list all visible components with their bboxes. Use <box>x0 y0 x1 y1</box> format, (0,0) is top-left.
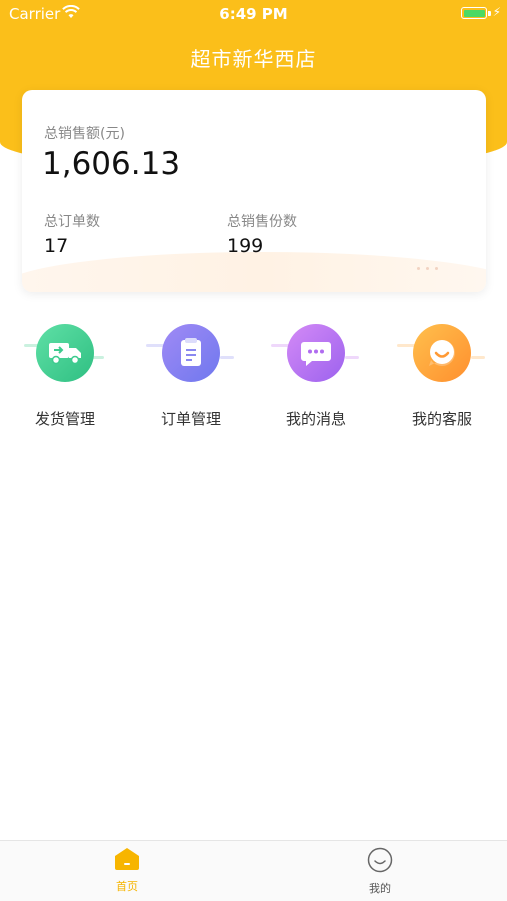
status-bar: Carrier 6:49 PM ⚡ <box>0 0 507 28</box>
menu-label: 我的消息 <box>285 410 346 428</box>
icon-decor-line <box>345 356 359 359</box>
page-title: 超市新华西店 <box>190 47 317 71</box>
sales-summary-card: 总销售额(元) 1,606.13 总订单数 17 总销售份数 199 <box>22 90 486 292</box>
bottom-tab-bar: 首页 我的 <box>0 840 507 901</box>
document-icon <box>162 324 220 382</box>
icon-decor-line <box>220 356 234 359</box>
menu-label: 订单管理 <box>160 410 221 428</box>
home-icon <box>115 848 139 870</box>
tab-home[interactable]: 首页 <box>77 847 177 894</box>
menu-label: 我的客服 <box>411 410 472 428</box>
total-sales-label: 总销售额(元) <box>44 126 125 142</box>
total-items-label: 总销售份数 <box>227 214 297 230</box>
total-orders-label: 总订单数 <box>44 214 100 230</box>
icon-decor-line <box>471 356 485 359</box>
charging-icon: ⚡ <box>492 5 501 19</box>
icon-decor-line <box>397 344 415 347</box>
tab-mine-label: 我的 <box>369 882 391 895</box>
total-items-value: 199 <box>227 235 264 257</box>
battery-tip <box>488 11 491 16</box>
function-menu: 发货管理 订单管理 我的消息 我的客服 <box>0 322 507 432</box>
message-bubble-icon <box>287 324 345 382</box>
smiley-service-icon <box>413 324 471 382</box>
smiley-face-icon <box>367 847 393 873</box>
total-sales-value: 1,606.13 <box>42 146 181 182</box>
tab-mine[interactable]: 我的 <box>330 847 430 896</box>
battery-icon <box>461 7 487 19</box>
menu-label: 发货管理 <box>34 410 95 428</box>
card-dots-decoration <box>411 255 438 274</box>
delivery-truck-icon <box>36 324 94 382</box>
tab-home-label: 首页 <box>116 880 138 893</box>
icon-decor-line <box>271 344 289 347</box>
status-time: 6:49 PM <box>219 5 288 23</box>
icon-decor-line <box>146 344 164 347</box>
total-orders-value: 17 <box>44 235 69 257</box>
